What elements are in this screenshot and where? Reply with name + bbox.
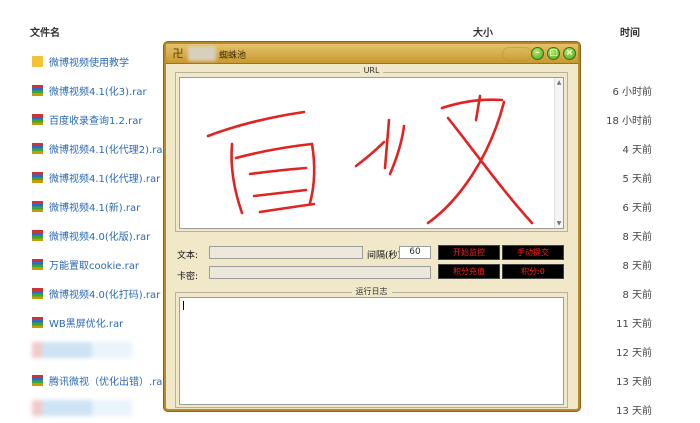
- file-time: 6 天前: [622, 203, 652, 214]
- file-name-link[interactable]: 微博视频4.0(化版).rar: [49, 228, 150, 243]
- title-ornament-icon: [502, 47, 532, 61]
- scroll-up-icon[interactable]: ▲: [555, 79, 563, 86]
- archive-icon: [32, 375, 43, 386]
- file-name-link[interactable]: 微博视频4.1(化3).rar: [49, 83, 147, 98]
- column-header-size[interactable]: 大小: [473, 24, 493, 39]
- file-time: 4 天前: [622, 145, 652, 156]
- url-group: URL ▲ ▼: [175, 66, 568, 232]
- log-group: 运行日志: [175, 286, 568, 408]
- file-name-link[interactable]: 微博视频4.0(化打码).rar: [49, 286, 160, 301]
- log-textarea[interactable]: [179, 297, 564, 405]
- text-input[interactable]: [209, 246, 363, 259]
- archive-icon: [32, 288, 43, 299]
- handwriting-drawing: [206, 94, 534, 225]
- scroll-down-icon[interactable]: ▼: [555, 220, 563, 227]
- archive-icon: [32, 114, 43, 125]
- recharge-button[interactable]: 积分充值: [438, 264, 500, 279]
- archive-icon: [32, 317, 43, 328]
- text-label: 文本:: [177, 251, 199, 261]
- file-name-link[interactable]: 百度收录查询1.2.rar: [49, 112, 142, 127]
- card-input[interactable]: [209, 266, 431, 279]
- file-name-link[interactable]: 万能置取cookie.rar: [49, 257, 139, 272]
- points-display: 积分:0: [502, 264, 564, 279]
- minimize-button[interactable]: –: [531, 47, 544, 60]
- interval-label: 间隔(秒): [367, 251, 402, 261]
- file-name-link[interactable]: 微博视频4.1(新).rar: [49, 199, 140, 214]
- file-time: 8 天前: [622, 232, 652, 243]
- column-header-time[interactable]: 时间: [620, 24, 640, 39]
- blurred-title-region: [188, 46, 216, 61]
- window-title: 蜘蛛池: [219, 51, 247, 61]
- file-time: 6 小时前: [612, 87, 652, 98]
- text-caret: [183, 301, 184, 310]
- maximize-button[interactable]: □: [547, 47, 560, 60]
- file-name-link[interactable]: WB黑屏优化.rar: [49, 315, 123, 330]
- url-textarea[interactable]: ▲ ▼: [179, 77, 564, 229]
- file-time: 13 天前: [616, 406, 652, 417]
- app-window: 卍 蜘蛛池 – □ × URL ▲ ▼ 文本: 间隔(秒) 60 卡密: 开始监…: [164, 42, 580, 411]
- folder-icon: [32, 56, 43, 67]
- file-time: 8 天前: [622, 261, 652, 272]
- archive-icon: [32, 201, 43, 212]
- blurred-filename: [32, 400, 132, 416]
- card-label: 卡密:: [177, 272, 199, 282]
- url-group-label: URL: [359, 66, 384, 75]
- file-name-link[interactable]: 微博视频使用教学: [49, 54, 129, 69]
- url-scrollbar[interactable]: ▲ ▼: [554, 78, 563, 228]
- archive-icon: [32, 143, 43, 154]
- log-group-label: 运行日志: [351, 286, 392, 297]
- manual-submit-button[interactable]: 手动提交: [502, 245, 564, 260]
- file-time: 12 天前: [616, 348, 652, 359]
- file-time: 18 小时前: [606, 116, 652, 127]
- blurred-filename: [32, 342, 132, 358]
- file-name-link[interactable]: 腾讯微视（优化出错）.rar: [49, 373, 167, 388]
- interval-input[interactable]: 60: [399, 246, 431, 259]
- file-time: 13 天前: [616, 377, 652, 388]
- file-time: 5 天前: [622, 174, 652, 185]
- close-button[interactable]: ×: [563, 47, 576, 60]
- column-header-name[interactable]: 文件名: [30, 24, 60, 39]
- app-logo-icon: 卍: [172, 47, 184, 60]
- archive-icon: [32, 230, 43, 241]
- archive-icon: [32, 172, 43, 183]
- file-time: 8 天前: [622, 290, 652, 301]
- file-name-link[interactable]: 微博视频4.1(化代理).rar: [49, 170, 160, 185]
- start-monitor-button[interactable]: 开始监控: [438, 245, 500, 260]
- file-name-link[interactable]: 微博视频4.1(化代理2).rar: [49, 141, 167, 156]
- title-bar[interactable]: 卍 蜘蛛池 – □ ×: [166, 44, 578, 64]
- archive-icon: [32, 85, 43, 96]
- file-time: 11 天前: [616, 319, 652, 330]
- archive-icon: [32, 259, 43, 270]
